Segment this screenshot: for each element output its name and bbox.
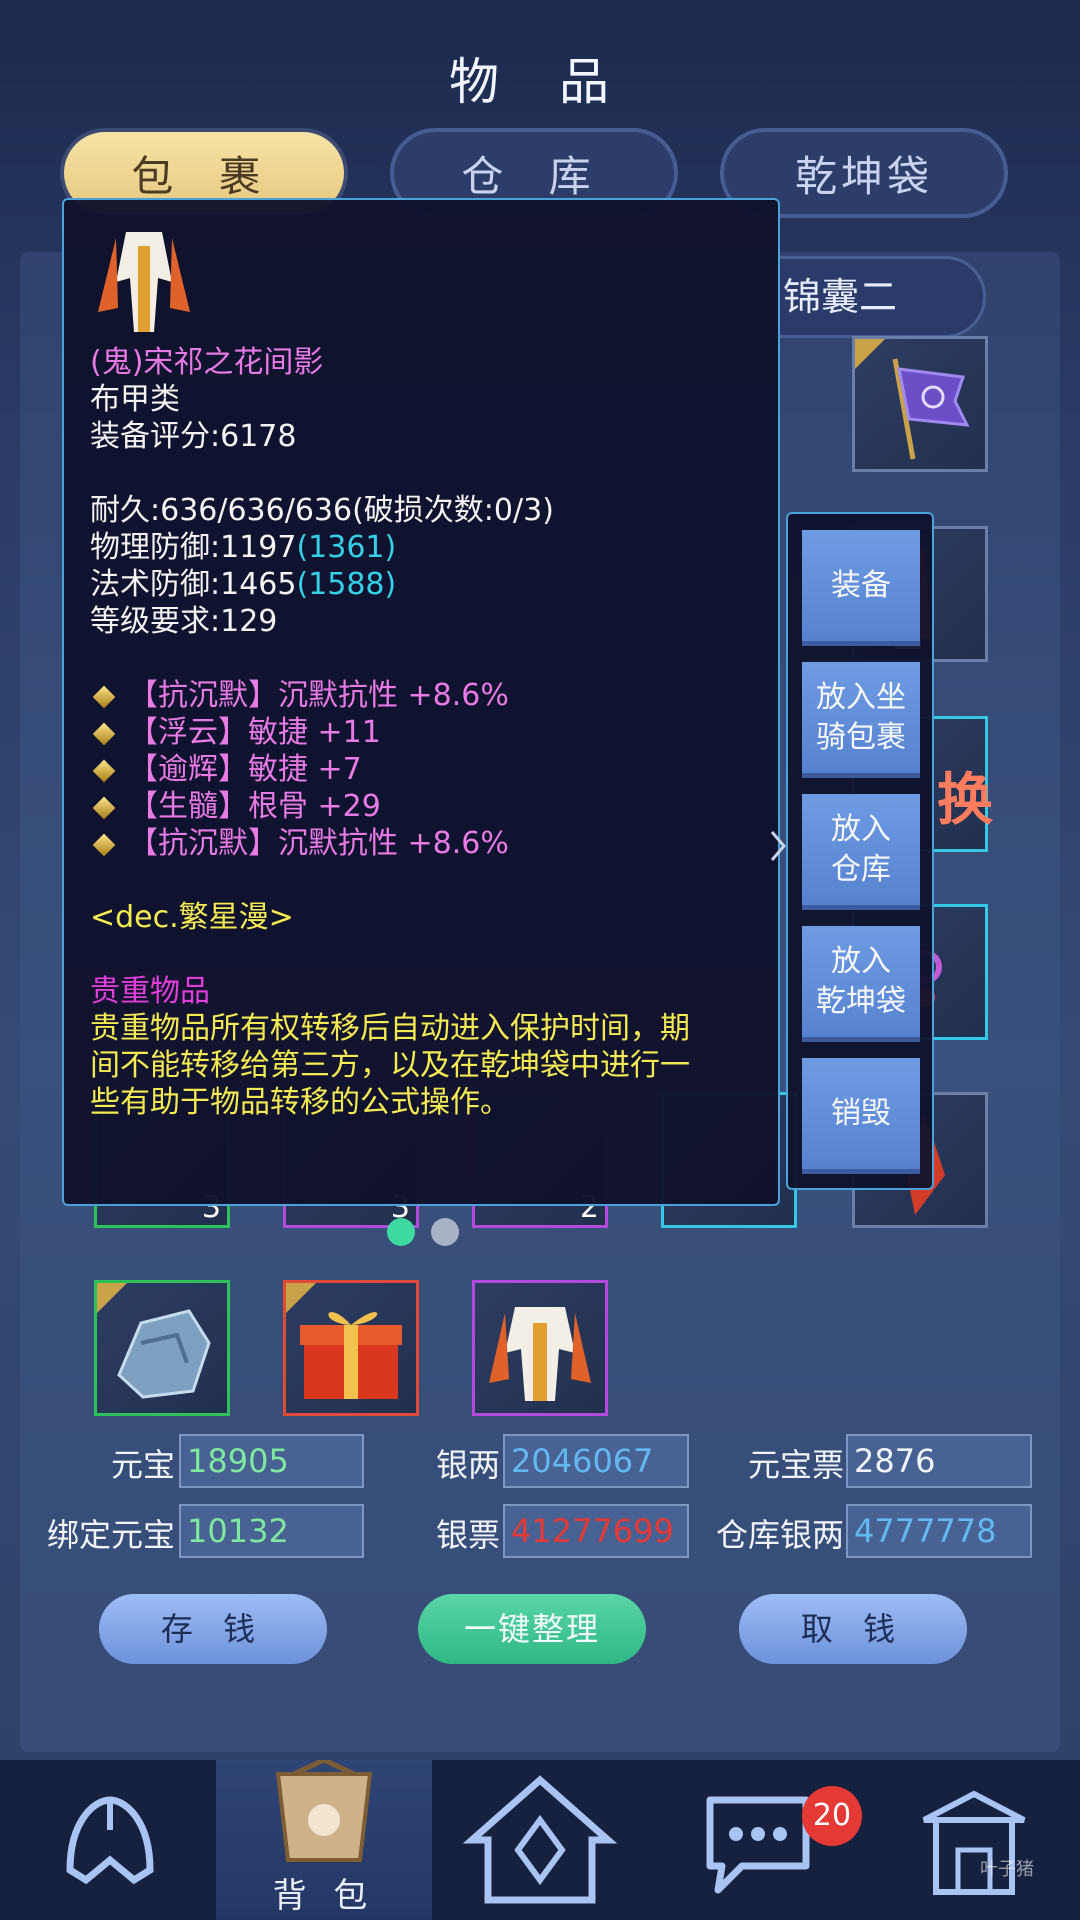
watermark: 叶子猪 <box>980 1859 1034 1880</box>
nav-home[interactable] <box>432 1760 648 1920</box>
deposit-button[interactable]: 存 钱 <box>99 1594 327 1664</box>
item-attribute: 【逾辉】敏捷 +7 <box>90 751 770 788</box>
precious-desc-line: 些有助于物品转移的公式操作。 <box>90 1085 510 1120</box>
item-type: 布甲类 <box>90 382 180 417</box>
nav-chat[interactable]: 20 <box>648 1760 864 1920</box>
silver-ticket-label: 银票 <box>435 1516 500 1554</box>
item-name: (鬼)宋祁之花间影 <box>90 345 324 380</box>
bound-yuanbao-value: 10132 <box>179 1504 364 1558</box>
item-tooltip: (鬼)宋祁之花间影 布甲类 装备评分:6178 耐久:636/636/636(破… <box>62 198 780 1206</box>
item-level-req: 等级要求:129 <box>90 604 278 639</box>
withdraw-button[interactable]: 取 钱 <box>739 1594 967 1664</box>
item-score: 装备评分:6178 <box>90 419 297 454</box>
bound-yuanbao-label: 绑定元宝 <box>46 1516 175 1554</box>
item-durability: 耐久:636/636/636(破损次数:0/3) <box>90 493 554 528</box>
item-magic-def: 法术防御:1465(1588) <box>90 567 397 602</box>
diamond-bullet-icon <box>92 722 116 745</box>
put-in-warehouse-button[interactable]: 放入 仓库 <box>802 794 920 910</box>
silver-ticket-value: 41277699 <box>503 1504 689 1558</box>
item-attribute: 【浮云】敏捷 +11 <box>90 714 770 751</box>
item-icon <box>98 232 190 332</box>
yuanbao-label: 元宝 <box>110 1446 175 1484</box>
inventory-slot[interactable] <box>283 1280 419 1416</box>
pavilion-icon <box>922 1790 1026 1895</box>
item-attribute: 【生髓】根骨 +29 <box>90 788 770 825</box>
warehouse-silver-value: 4777778 <box>846 1504 1032 1558</box>
diamond-bullet-icon <box>92 759 116 782</box>
page-dot[interactable] <box>431 1218 459 1246</box>
nav-character[interactable] <box>0 1760 216 1920</box>
nav-pavilion[interactable] <box>864 1760 1080 1920</box>
silver-label: 银两 <box>435 1446 500 1484</box>
home-icon <box>462 1775 618 1904</box>
warehouse-silver-label: 仓库银两 <box>715 1516 844 1554</box>
backpack-icon <box>275 1760 373 1862</box>
nav-bag-label: 背 包 <box>272 1876 376 1916</box>
yuanbao-ticket-value: 2876 <box>846 1434 1032 1488</box>
diamond-bullet-icon <box>92 796 116 819</box>
chevron-right-icon[interactable] <box>768 826 788 866</box>
one-click-sort-button[interactable]: 一键整理 <box>418 1594 646 1664</box>
item-action-menu: 装备 放入坐 骑包裹 放入 仓库 放入 乾坤袋 销毁 <box>786 512 934 1190</box>
yuanbao-value: 18905 <box>179 1434 364 1488</box>
inventory-slot[interactable] <box>94 1280 230 1416</box>
chat-bubble-icon <box>706 1796 810 1894</box>
inventory-slot[interactable] <box>472 1280 608 1416</box>
robe-armor-icon <box>489 1307 591 1401</box>
page-dot-active[interactable] <box>387 1218 415 1246</box>
nav-bag[interactable]: 背 包 <box>216 1760 432 1920</box>
item-dec: <dec.繁星漫> <box>90 900 294 935</box>
yuanbao-ticket-label: 元宝票 <box>747 1446 844 1484</box>
put-in-qiankun-bag-button[interactable]: 放入 乾坤袋 <box>802 926 920 1042</box>
diamond-bullet-icon <box>92 833 116 856</box>
submenu-jinnang-two[interactable]: 锦囊二 <box>776 256 986 338</box>
diamond-bullet-icon <box>92 685 116 708</box>
slot-partial-text: 换 <box>937 768 993 833</box>
inventory-slot[interactable] <box>852 336 988 472</box>
chat-badge: 20 <box>802 1786 862 1846</box>
item-attribute: 【抗沉默】沉默抗性 +8.6% <box>90 825 770 862</box>
precious-desc-line: 间不能转移给第三方，以及在乾坤袋中进行一 <box>90 1048 690 1083</box>
put-in-mount-bag-button[interactable]: 放入坐 骑包裹 <box>802 662 920 778</box>
precious-title: 贵重物品 <box>90 974 210 1009</box>
helmet-icon <box>66 1796 154 1885</box>
precious-desc-line: 贵重物品所有权转移后自动进入保护时间，期 <box>90 1011 690 1046</box>
equip-button[interactable]: 装备 <box>802 530 920 646</box>
silver-value: 2046067 <box>503 1434 689 1488</box>
item-phys-def: 物理防御:1197(1361) <box>90 530 397 565</box>
destroy-button[interactable]: 销毁 <box>802 1058 920 1174</box>
bottom-nav: 背 包 20 <box>0 1760 1080 1920</box>
page-title: 物 品 <box>449 53 631 111</box>
item-attribute: 【抗沉默】沉默抗性 +8.6% <box>90 677 770 714</box>
